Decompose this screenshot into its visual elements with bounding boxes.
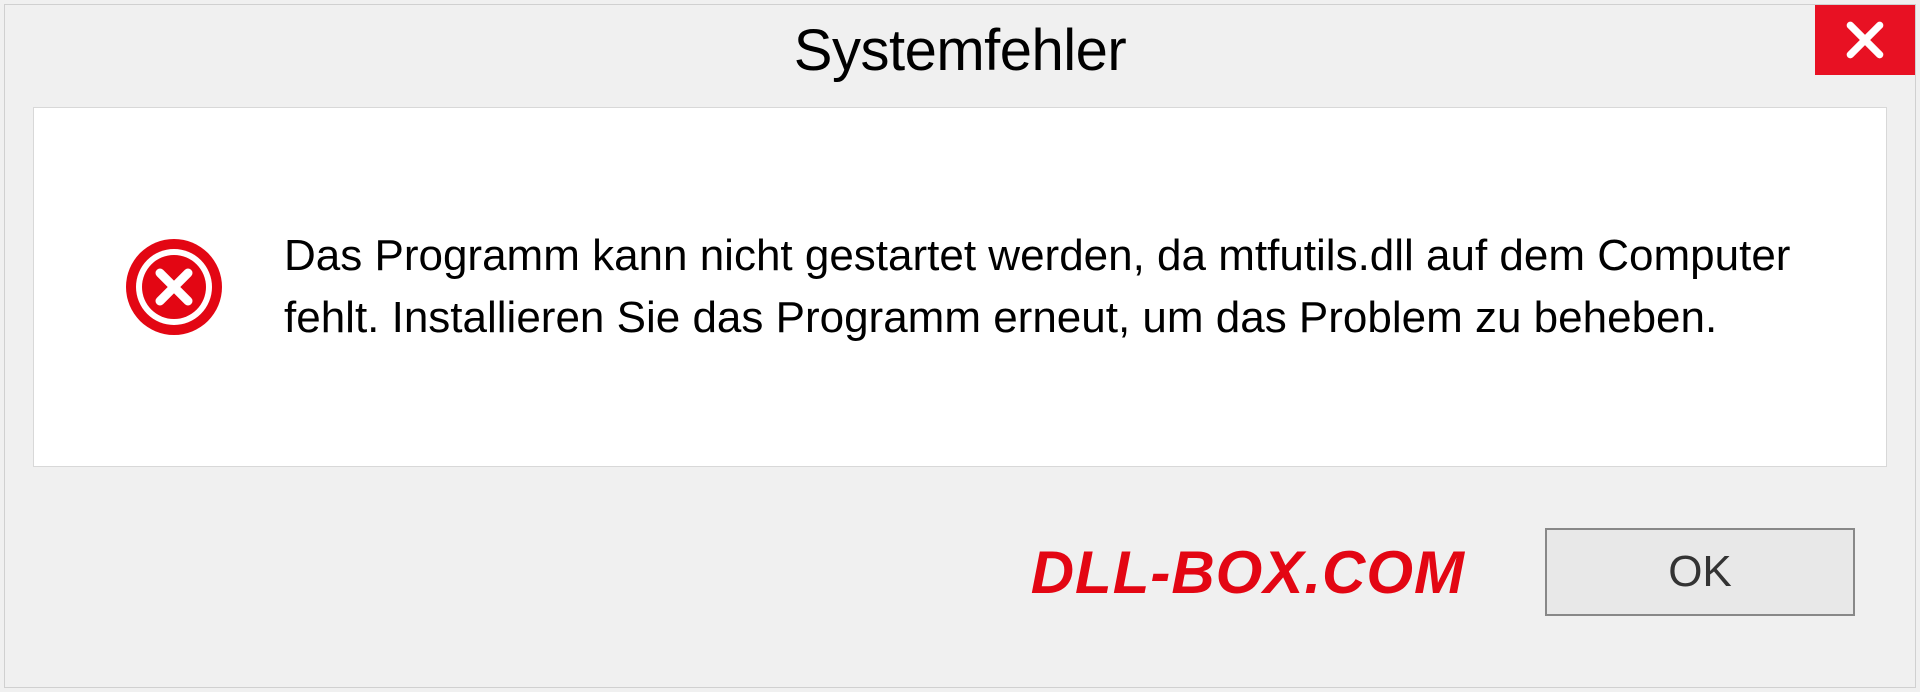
titlebar: Systemfehler: [5, 5, 1915, 95]
watermark-text: DLL-BOX.COM: [1031, 538, 1465, 607]
content-panel: Das Programm kann nicht gestartet werden…: [33, 107, 1887, 467]
error-icon: [124, 237, 224, 337]
ok-button[interactable]: OK: [1545, 528, 1855, 616]
dialog-footer: DLL-BOX.COM OK: [5, 487, 1915, 687]
error-message: Das Programm kann nicht gestartet werden…: [284, 225, 1826, 348]
close-button[interactable]: [1815, 5, 1915, 75]
dialog-title: Systemfehler: [794, 17, 1126, 84]
error-dialog: Systemfehler Das Programm kann nicht ges…: [4, 4, 1916, 688]
close-icon: [1843, 18, 1887, 62]
